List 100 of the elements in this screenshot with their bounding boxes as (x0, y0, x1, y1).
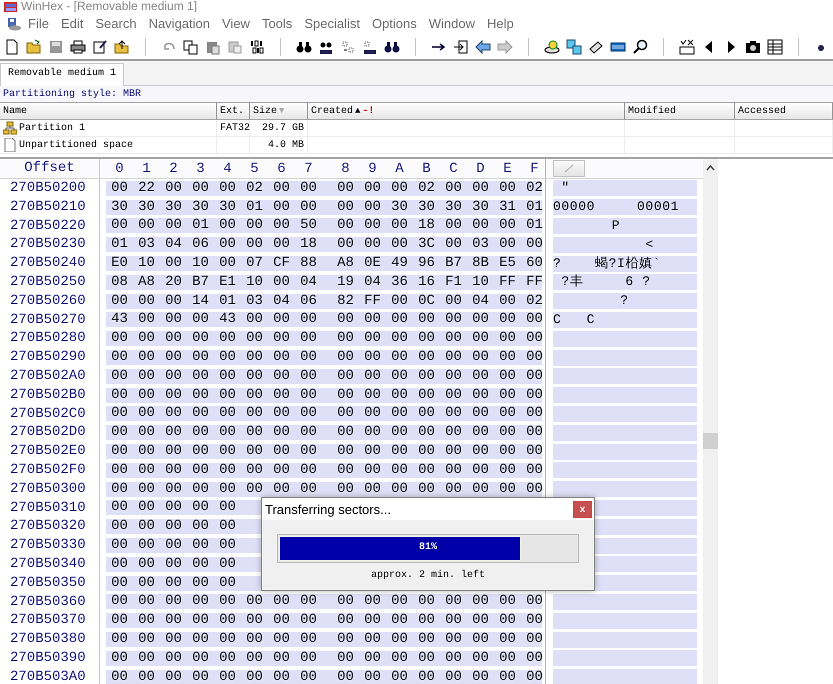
hex-byte: 00 (191, 670, 210, 684)
hex-byte: 00 (390, 331, 409, 346)
hex-byte: 96 (417, 256, 436, 272)
hex-byte: 00 (164, 406, 183, 422)
hex-byte: 00 (390, 180, 409, 196)
column-header[interactable]: Size ▼ (250, 102, 308, 120)
menu-item[interactable]: Specialist (298, 16, 366, 30)
hex-byte: 00 (471, 218, 490, 234)
hex-byte: 00 (272, 218, 291, 234)
hex-byte: 00 (137, 368, 156, 384)
hex-byte: 00 (272, 368, 291, 384)
hex-byte: 00 (299, 482, 318, 497)
offset-cell: 270B50340 (0, 554, 100, 574)
hex-byte: 00 (164, 519, 183, 534)
hex-byte: B7 (191, 274, 210, 290)
close-button[interactable]: x (573, 500, 592, 518)
hex-byte: 00 (363, 388, 382, 403)
hex-byte: 00 (417, 350, 436, 366)
menu-item[interactable]: Tools (256, 16, 298, 30)
offset-cell: 270B502A0 (0, 366, 100, 386)
menu-item[interactable]: File (22, 16, 55, 30)
column-header[interactable]: Created ▲ -! (308, 102, 625, 120)
menu-item[interactable]: Navigation (142, 16, 216, 30)
hex-byte: 00 (390, 462, 409, 478)
hex-byte: 02 (525, 294, 544, 309)
menu-item[interactable]: Edit (54, 16, 90, 30)
text-column: ? 蝎?I柗嫃` (553, 256, 697, 272)
column-header[interactable]: Accessed (735, 102, 833, 120)
hex-byte: 00 (137, 670, 156, 684)
hex-byte: 00 (164, 256, 183, 272)
hex-byte: 00 (137, 406, 156, 422)
menu-item[interactable]: View (216, 16, 256, 30)
hex-byte: 00 (471, 180, 490, 196)
hex-byte: 00 (498, 294, 517, 309)
hex-byte: 00 (363, 368, 382, 384)
text-column: 00000 00001 (553, 199, 697, 216)
hex-byte: 00 (164, 444, 183, 460)
hex-byte: 00 (137, 576, 156, 591)
hex-byte: 00 (336, 444, 355, 460)
hex-byte: 00 (218, 350, 237, 366)
hex-byte: 00 (245, 218, 264, 234)
hex-byte: 00 (218, 670, 237, 684)
hex-byte: 00 (137, 331, 156, 346)
hex-byte: 02 (417, 180, 436, 196)
offset-cell: 270B50230 (0, 235, 100, 254)
menu-item[interactable]: Options (366, 16, 423, 30)
hex-byte: 00 (525, 594, 544, 610)
offset-cell: 270B50310 (0, 498, 100, 518)
partition-size: 4.0 MB (250, 137, 308, 154)
hex-byte: 00 (417, 670, 436, 684)
hex-byte: 00 (498, 237, 517, 252)
column-number: D (475, 160, 486, 176)
column-header[interactable]: Ext. (217, 102, 250, 120)
hex-byte: 00 (137, 462, 156, 478)
column-header[interactable]: Name (0, 102, 217, 120)
hex-byte: 00 (471, 444, 490, 460)
hex-byte: 00 (299, 425, 318, 440)
hex-byte: 16 (417, 274, 436, 290)
hex-byte: 00 (218, 406, 237, 422)
hex-byte: 00 (444, 425, 463, 440)
hex-byte: 00 (299, 650, 318, 666)
hex-byte: 00 (272, 312, 291, 328)
hex-byte: 00 (363, 237, 382, 252)
hex-byte: 00 (525, 462, 544, 478)
hex-byte: 00 (390, 312, 409, 328)
hex-byte: E1 (218, 274, 237, 290)
menu-item[interactable]: Window (422, 16, 482, 30)
hex-byte: F1 (444, 274, 463, 290)
hex-byte: 00 (245, 670, 264, 684)
hex-byte: 00 (272, 200, 291, 215)
hex-byte: B7 (444, 256, 463, 272)
hex-byte: 00 (444, 613, 463, 628)
hex-byte: 00 (498, 218, 517, 234)
hex-byte: 08 (110, 274, 129, 290)
hex-byte: 00 (218, 180, 237, 196)
hex-byte: 49 (390, 256, 409, 272)
menu-item[interactable]: Search (89, 16, 143, 30)
hex-byte: 00 (498, 444, 517, 460)
hex-byte: 00 (363, 425, 382, 440)
offset-cell: 270B50200 (0, 179, 100, 198)
partition-name: Partition 1 (19, 122, 86, 134)
hex-byte: FF (525, 274, 544, 290)
hex-byte: 00 (164, 425, 183, 440)
document-tab[interactable]: Removable medium 1 (0, 63, 124, 86)
column-number: E (502, 160, 513, 176)
hex-byte: 60 (525, 256, 544, 272)
hex-byte: 00 (272, 462, 291, 478)
text-column: < (553, 236, 697, 253)
hex-byte: 00 (137, 519, 156, 534)
column-header[interactable]: Modified (625, 102, 735, 120)
hex-byte: 00 (498, 406, 517, 422)
hex-byte: 00 (498, 594, 517, 610)
hex-byte: 00 (444, 237, 463, 252)
hex-byte: 00 (272, 406, 291, 422)
hex-byte: A8 (137, 274, 156, 290)
menu-item[interactable]: Help (481, 16, 520, 30)
hex-byte: 00 (164, 576, 183, 591)
hex-byte: 00 (336, 312, 355, 328)
hex-byte: 00 (417, 594, 436, 610)
offset-cell: 270B502D0 (0, 423, 100, 442)
